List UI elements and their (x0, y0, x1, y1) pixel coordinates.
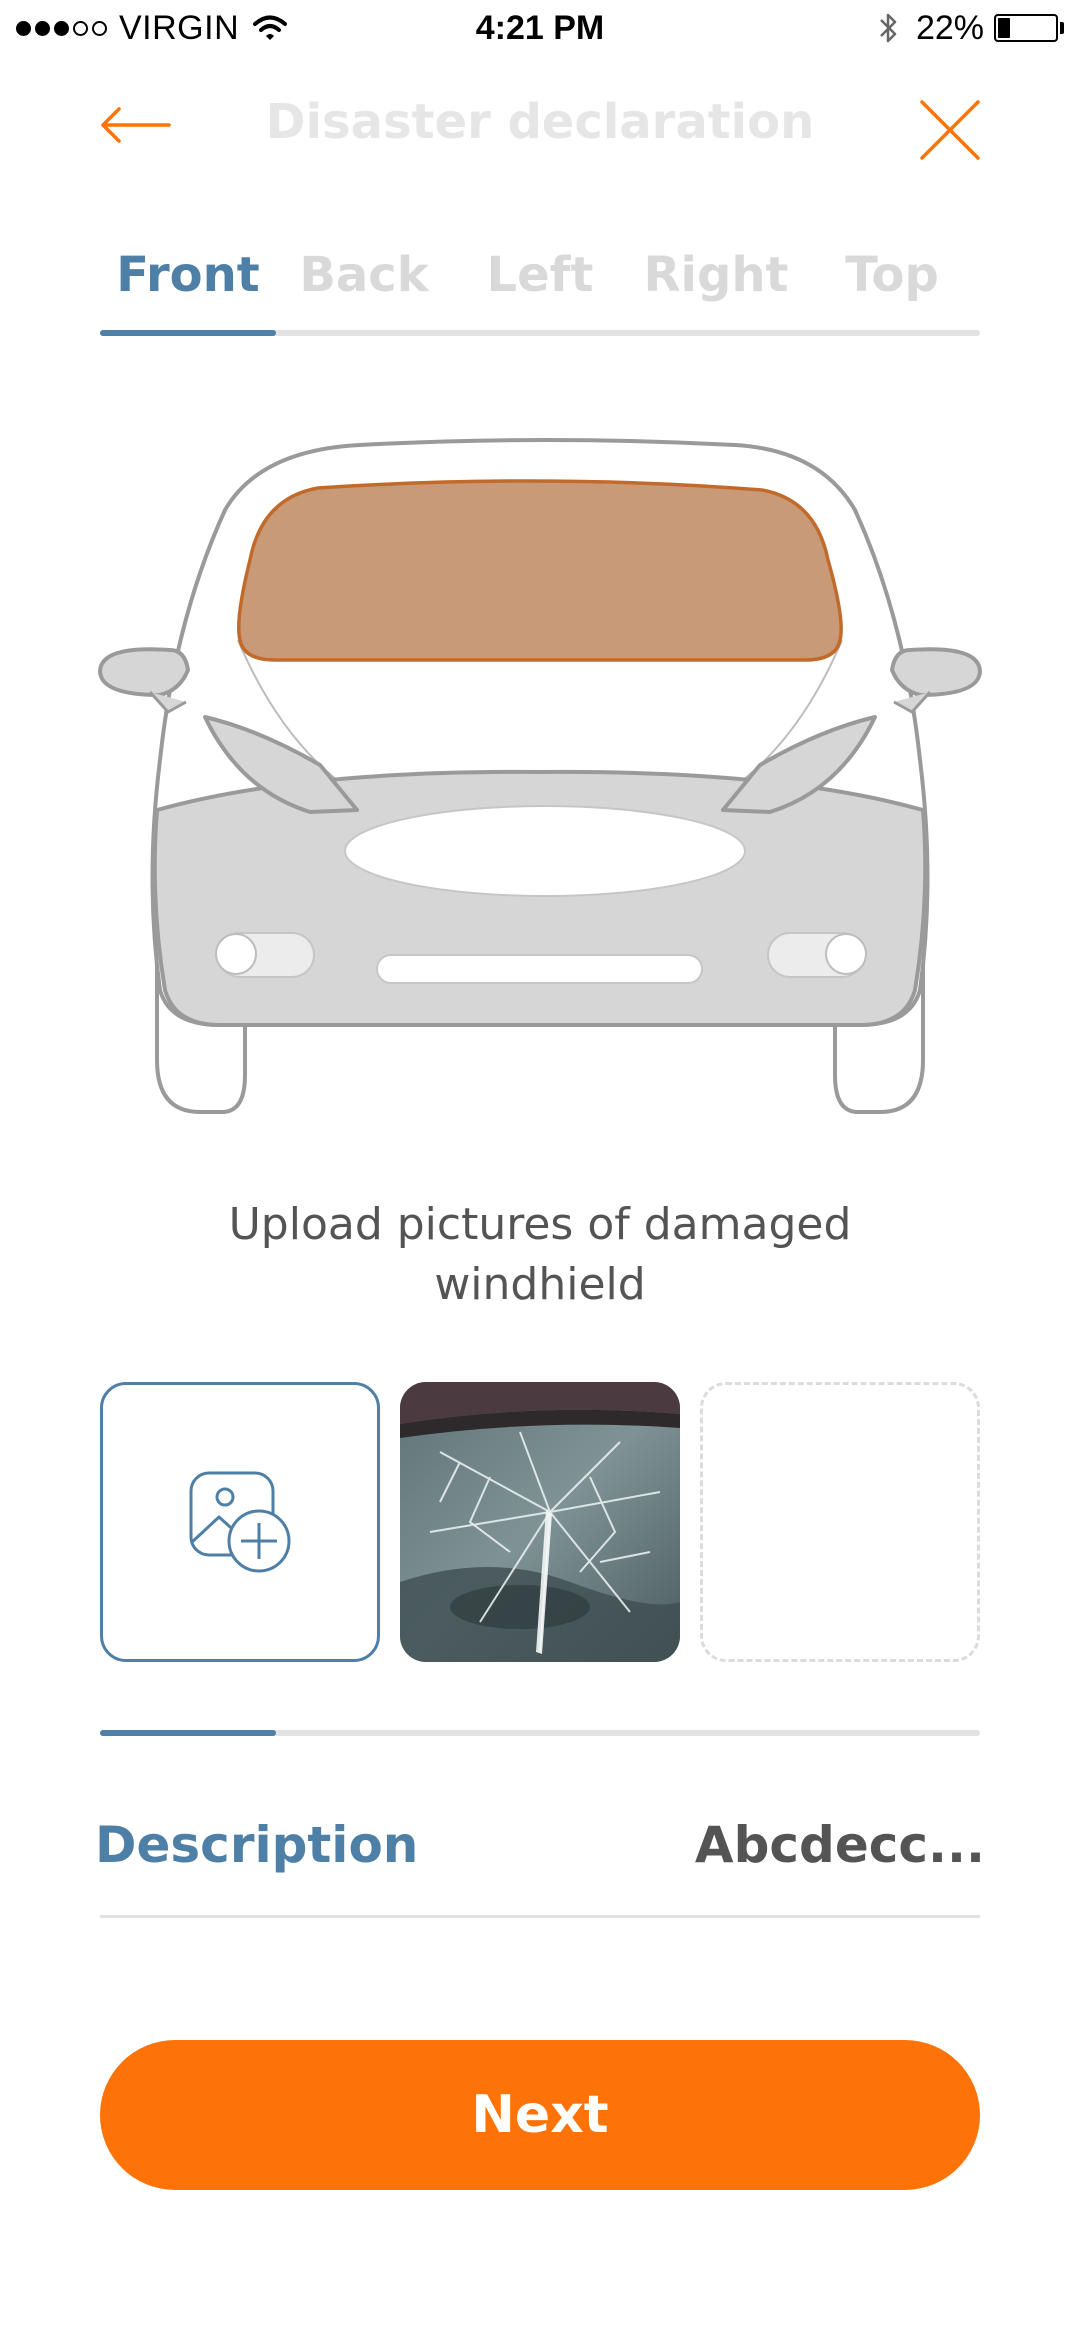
status-bar: VIRGIN 4:21 PM 22% (0, 0, 1080, 60)
battery-icon (994, 14, 1058, 42)
tab-right[interactable]: Right (628, 240, 804, 310)
description-value[interactable]: Abcdecc... (560, 1815, 985, 1875)
back-button[interactable] (90, 95, 180, 155)
empty-photo-slot[interactable] (700, 1382, 980, 1662)
tab-back[interactable]: Back (276, 240, 452, 310)
cracked-windshield-photo (400, 1382, 680, 1662)
tab-top[interactable]: Top (804, 240, 980, 310)
right-fog-light (825, 933, 867, 975)
left-fog-light (215, 933, 257, 975)
car-front-diagram (97, 438, 983, 1114)
page-title: Disaster declaration (265, 94, 815, 150)
tab-front[interactable]: Front (100, 240, 276, 310)
close-icon (920, 100, 980, 160)
damage-photo-thumbnail[interactable] (400, 1382, 680, 1662)
next-button[interactable]: Next (100, 2040, 980, 2190)
lower-intake (376, 954, 703, 984)
upload-progress-fill (100, 1730, 276, 1736)
view-tabs: Front Back Left Right Top (100, 240, 980, 310)
status-right: 22% (878, 8, 1064, 48)
tab-indicator (100, 330, 276, 336)
close-button[interactable] (910, 90, 990, 170)
windshield (237, 479, 843, 662)
add-photo-icon (189, 1471, 291, 1573)
battery-percent: 22% (915, 8, 984, 47)
description-label: Description (95, 1816, 419, 1874)
description-divider (100, 1915, 980, 1918)
bluetooth-icon (880, 13, 897, 43)
tab-left[interactable]: Left (452, 240, 628, 310)
upload-instruction: Upload pictures of damaged windhield (228, 1199, 852, 1310)
arrow-left-icon (101, 107, 171, 143)
add-photo-button[interactable] (100, 1382, 380, 1662)
grille (344, 805, 746, 897)
right-mirror (889, 647, 983, 698)
left-mirror (97, 647, 191, 698)
